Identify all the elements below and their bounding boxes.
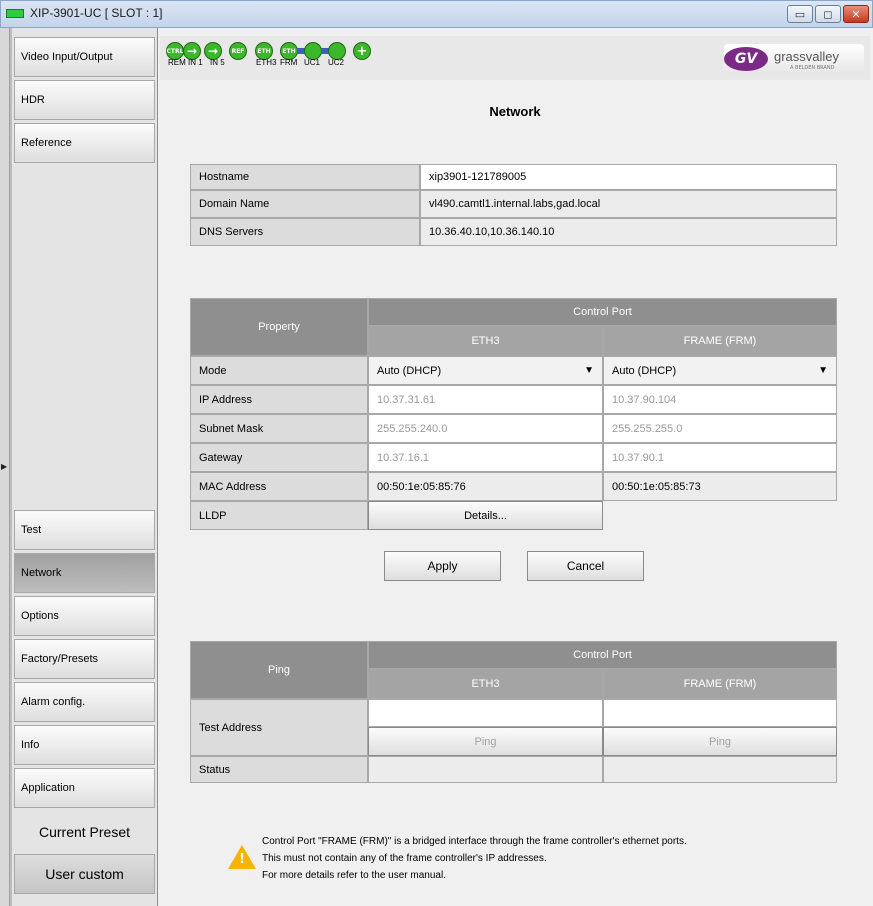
gateway-label: Gateway <box>190 443 368 472</box>
window-title: XIP-3901-UC [ SLOT : 1] <box>30 6 163 20</box>
sidebar-item-info[interactable]: Info <box>14 725 155 765</box>
close-button[interactable]: ✕ <box>843 5 869 23</box>
sidebar-item-video-input-output[interactable]: Video Input/Output <box>14 37 155 77</box>
expand-arrow-icon[interactable]: ▶ <box>1 462 7 471</box>
frm-mode-select[interactable]: Auto (DHCP) ▼ <box>603 356 837 385</box>
chevron-down-icon: ▼ <box>584 365 594 376</box>
eth3-label: ETH3 <box>256 58 277 67</box>
uc2-label: UC2 <box>328 58 345 67</box>
frm-label: FRM <box>280 58 298 67</box>
frm-mode-value: Auto (DHCP) <box>612 364 677 377</box>
gv-mark-icon: GV <box>724 47 768 71</box>
test-address-label: Test Address <box>190 699 368 756</box>
note-line-2: This must not contain any of the frame c… <box>262 853 547 864</box>
frm-status-value <box>603 756 837 783</box>
mac-address-label: MAC Address <box>190 472 368 501</box>
ping-frm-column-header: FRAME (FRM) <box>603 669 837 699</box>
rem-label: REM <box>168 58 186 67</box>
eth3-mac-address-value: 00:50:1e:05:85:76 <box>368 472 603 501</box>
eth3-test-address-input[interactable] <box>368 699 603 727</box>
frm-ip-address-input[interactable]: 10.37.90.104 <box>603 385 837 414</box>
eth3-ip-address-input[interactable]: 10.37.31.61 <box>368 385 603 414</box>
in5-label: IN 5 <box>210 58 225 67</box>
dns-servers-label: DNS Servers <box>190 218 420 246</box>
add-icon[interactable]: + <box>353 42 371 60</box>
page-title: Network <box>489 104 541 119</box>
frm-ping-button[interactable]: Ping <box>603 727 837 756</box>
cancel-button[interactable]: Cancel <box>527 551 644 581</box>
sidebar-item-factory-presets[interactable]: Factory/Presets <box>14 639 155 679</box>
sidebar-item-test[interactable]: Test <box>14 510 155 550</box>
apply-button[interactable]: Apply <box>384 551 501 581</box>
subnet-mask-label: Subnet Mask <box>190 414 368 443</box>
ping-control-port-header: Control Port <box>368 641 837 669</box>
ref-status-icon[interactable]: REF <box>229 42 247 60</box>
lldp-label: LLDP <box>190 501 368 530</box>
eth3-subnet-mask-input[interactable]: 255.255.240.0 <box>368 414 603 443</box>
ping-header: Ping <box>190 641 368 699</box>
sidebar-item-options[interactable]: Options <box>14 596 155 636</box>
current-preset-label: Current Preset <box>14 812 155 852</box>
chevron-down-icon: ▼ <box>818 365 828 376</box>
status-label: Status <box>190 756 368 783</box>
sidebar-item-application[interactable]: Application <box>14 768 155 808</box>
sidebar-item-reference[interactable]: Reference <box>14 123 155 163</box>
frm-column-header: FRAME (FRM) <box>603 326 837 356</box>
card-icon <box>6 9 24 18</box>
eth3-mode-value: Auto (DHCP) <box>377 364 442 377</box>
minimize-button[interactable]: ▭ <box>787 5 813 23</box>
frm-mac-address-value: 00:50:1e:05:85:73 <box>603 472 837 501</box>
grass-valley-logo: GV grassvalley A BELDEN BRAND <box>724 44 864 74</box>
sidebar-item-alarm-config[interactable]: Alarm config. <box>14 682 155 722</box>
in1-label: IN 1 <box>188 58 203 67</box>
warning-mark: ! <box>239 852 245 867</box>
eth3-ping-button[interactable]: Ping <box>368 727 603 756</box>
frm-test-address-input[interactable] <box>603 699 837 727</box>
logo-subtext: A BELDEN BRAND <box>790 65 835 71</box>
domain-name-value: vl490.camtl1.internal.labs,gad.local <box>420 190 837 218</box>
logo-text: grassvalley <box>774 49 840 64</box>
eth3-gateway-input[interactable]: 10.37.16.1 <box>368 443 603 472</box>
maximize-button[interactable]: ◻ <box>815 5 841 23</box>
sidebar-item-network[interactable]: Network <box>14 553 155 593</box>
mode-label: Mode <box>190 356 368 385</box>
eth3-column-header: ETH3 <box>368 326 603 356</box>
ip-address-label: IP Address <box>190 385 368 414</box>
frm-gateway-input[interactable]: 10.37.90.1 <box>603 443 837 472</box>
hostname-input[interactable]: xip3901-121789005 <box>420 164 837 190</box>
note-line-1: Control Port "FRAME (FRM)" is a bridged … <box>262 836 687 847</box>
property-header: Property <box>190 298 368 356</box>
uc1-label: UC1 <box>304 58 321 67</box>
control-port-header: Control Port <box>368 298 837 326</box>
sidebar-item-hdr[interactable]: HDR <box>14 80 155 120</box>
lldp-details-button[interactable]: Details... <box>368 501 603 530</box>
frm-subnet-mask-input[interactable]: 255.255.255.0 <box>603 414 837 443</box>
user-custom-button[interactable]: User custom <box>14 854 155 894</box>
note-line-3: For more details refer to the user manua… <box>262 870 446 881</box>
dns-servers-value: 10.36.40.10,10.36.140.10 <box>420 218 837 246</box>
hostname-label: Hostname <box>190 164 420 190</box>
eth3-mode-select[interactable]: Auto (DHCP) ▼ <box>368 356 603 385</box>
domain-name-label: Domain Name <box>190 190 420 218</box>
ping-eth3-column-header: ETH3 <box>368 669 603 699</box>
eth3-status-value <box>368 756 603 783</box>
